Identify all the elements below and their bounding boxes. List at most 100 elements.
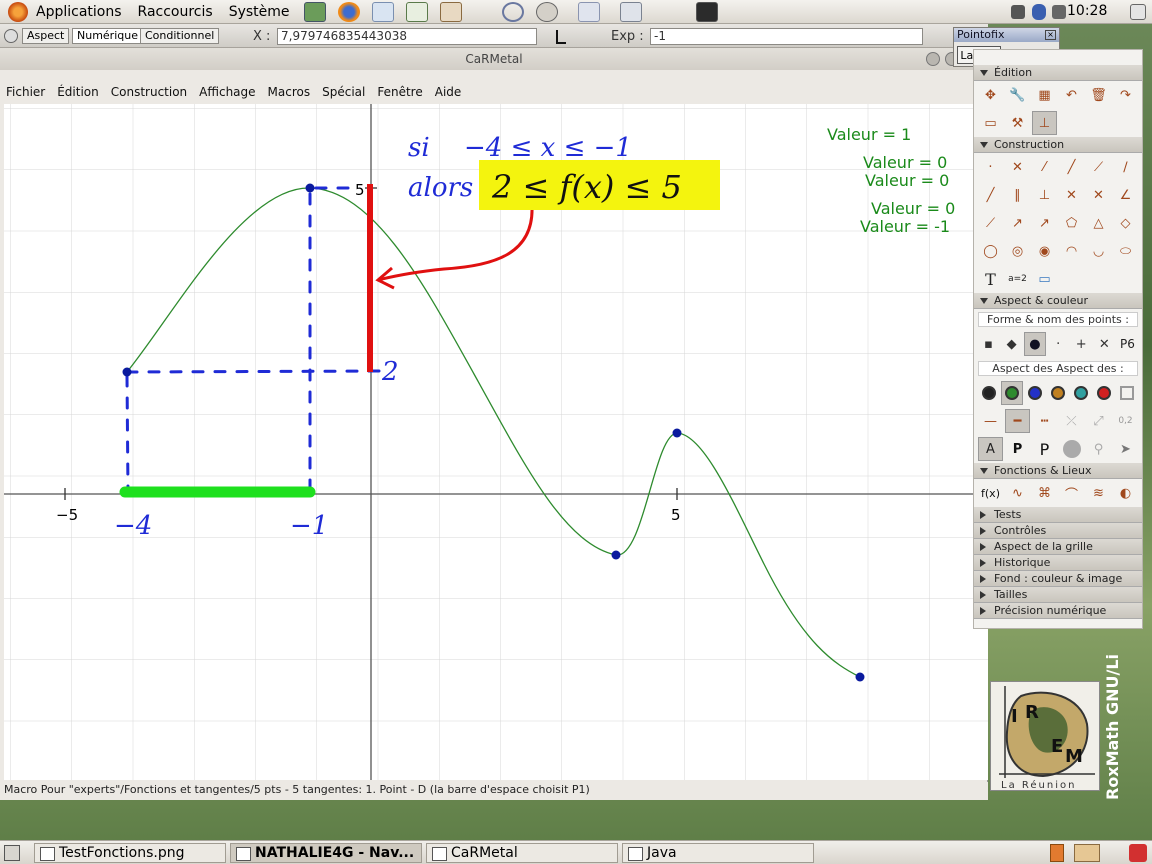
label-tool-icon[interactable]: A [978, 437, 1003, 461]
circle-point-icon[interactable]: ● [1024, 332, 1046, 356]
tangent2-tool-icon[interactable]: ≋ [1086, 481, 1111, 505]
show-desktop-icon[interactable] [4, 845, 20, 861]
arc-tool-icon[interactable]: ◠ [1059, 239, 1084, 263]
x-point-icon[interactable]: ✕ [1094, 332, 1115, 356]
point-name-icon[interactable]: P6 [1117, 332, 1138, 356]
menu-special[interactable]: Spécial [322, 85, 365, 99]
task-carmetal[interactable]: CaRMetal [426, 843, 618, 863]
locus-tool-icon[interactable]: ∿ [1005, 481, 1030, 505]
menu-aide[interactable]: Aide [435, 85, 462, 99]
slider-tool-icon[interactable]: ▭ [1032, 267, 1057, 291]
section-construction[interactable]: Construction [974, 137, 1142, 153]
segment-tool-icon[interactable]: ∕ [1113, 155, 1138, 179]
arrow2-tool-icon[interactable]: ↗ [1032, 211, 1057, 235]
pin-icon[interactable] [556, 30, 566, 44]
color-green-icon[interactable] [1001, 381, 1023, 405]
mediator-tool-icon[interactable]: ✕ [1086, 183, 1111, 207]
axes-tool-icon[interactable]: ⊥ [1032, 111, 1057, 135]
decimals-tool-icon[interactable]: 0,2 [1113, 409, 1138, 433]
ray-tool-icon[interactable]: ⟋ [1086, 155, 1111, 179]
menu-macros[interactable]: Macros [268, 85, 311, 99]
polygon-tool-icon[interactable]: ⬠ [1059, 211, 1084, 235]
locus2-tool-icon[interactable]: ⌘ [1032, 481, 1057, 505]
section-tailles[interactable]: Tailles [974, 587, 1142, 603]
volume-icon[interactable] [1052, 5, 1066, 19]
wrench-tool-icon[interactable]: ⚒ [1005, 111, 1030, 135]
circle-tool-icon[interactable]: ◯ [978, 239, 1003, 263]
eraser-tool-icon[interactable]: ▭ [978, 111, 1003, 135]
bisector-tool-icon[interactable]: ✕ [1059, 183, 1084, 207]
screenshot-icon[interactable] [619, 1, 642, 22]
triangle-tool-icon[interactable]: △ [1086, 211, 1111, 235]
conic-tool-icon[interactable]: ⬭ [1113, 239, 1138, 263]
point-5[interactable] [855, 672, 865, 682]
bold-p-icon[interactable]: P [1005, 437, 1030, 461]
dot-point-icon[interactable]: · [1048, 332, 1069, 356]
x-value-field[interactable]: 7,979746835443038 [277, 28, 537, 45]
section-fond[interactable]: Fond : couleur & image [974, 571, 1142, 587]
redo-tool-icon[interactable]: ↷ [1113, 83, 1138, 107]
thin-line-icon[interactable]: — [978, 409, 1003, 433]
diamond-point-icon[interactable]: ◆ [1001, 332, 1022, 356]
spreadsheet-icon[interactable] [439, 1, 462, 22]
task-testfonctions[interactable]: TestFonctions.png [34, 843, 226, 863]
intersection-tool-icon[interactable]: ✕ [1005, 155, 1030, 179]
point-4[interactable] [672, 428, 682, 438]
parallel-tool-icon[interactable]: ∥ [1005, 183, 1030, 207]
plain-p-icon[interactable]: P [1032, 437, 1057, 461]
collapse-toggle-icon[interactable] [4, 29, 18, 43]
tab-numerique[interactable]: Numérique [72, 28, 143, 44]
menu-edition[interactable]: Édition [57, 85, 99, 99]
menu-fichier[interactable]: Fichier [6, 85, 45, 99]
network-icon[interactable] [501, 1, 524, 22]
color-black-icon[interactable] [978, 381, 999, 405]
circle-3pts-tool-icon[interactable]: ◉ [1032, 239, 1057, 263]
section-edition[interactable]: Édition [974, 65, 1142, 81]
function-tool-icon[interactable]: f(x) [978, 481, 1003, 505]
section-aspect-grille[interactable]: Aspect de la grille [974, 539, 1142, 555]
section-historique[interactable]: Historique [974, 555, 1142, 571]
menu-affichage[interactable]: Affichage [199, 85, 255, 99]
photo-app-icon[interactable] [303, 1, 326, 22]
menu-fenetre[interactable]: Fenêtre [377, 85, 422, 99]
text-editor-icon[interactable] [405, 1, 428, 22]
color-red-icon[interactable] [1094, 381, 1115, 405]
resize-tool-icon[interactable]: ⤢ [1086, 409, 1111, 433]
point-1[interactable] [122, 367, 132, 377]
filled-icon[interactable] [1059, 437, 1084, 461]
exp-field[interactable]: -1 [650, 28, 923, 45]
cross-point-icon[interactable]: + [1071, 332, 1092, 356]
vector-tool-icon[interactable]: ╱ [978, 183, 1003, 207]
color-blue-icon[interactable] [1025, 381, 1046, 405]
ubuntu-logo-icon[interactable] [8, 1, 28, 22]
workspace-icon[interactable] [1074, 844, 1100, 862]
perpendicular-tool-icon[interactable]: ⊥ [1032, 183, 1057, 207]
tab-aspect[interactable]: Aspect [22, 28, 70, 44]
dashed-line-icon[interactable]: ┅ [1032, 409, 1057, 433]
color-gray-icon[interactable] [1117, 381, 1138, 405]
section-controles[interactable]: Contrôles [974, 523, 1142, 539]
tangent-tool-icon[interactable]: ⌒ [1059, 481, 1084, 505]
arrow-tool-icon[interactable]: ↗ [1005, 211, 1030, 235]
compass-icon[interactable] [535, 1, 558, 22]
close-icon[interactable]: × [1045, 30, 1056, 40]
undo-tool-icon[interactable]: ↶ [1059, 83, 1084, 107]
expression-tool-icon[interactable]: a=2 [1005, 267, 1030, 291]
magnifier-icon[interactable]: ⚲ [1086, 437, 1111, 461]
section-tests[interactable]: Tests [974, 507, 1142, 523]
section-aspect-couleur[interactable]: Aspect & couleur [974, 293, 1142, 309]
circle-radius-tool-icon[interactable]: ◎ [1005, 239, 1030, 263]
quad-tool-icon[interactable]: ◇ [1113, 211, 1138, 235]
point-3[interactable] [611, 550, 621, 560]
text-tool-icon[interactable]: T [978, 267, 1003, 291]
task-java[interactable]: Java [622, 843, 814, 863]
cursor-tool-icon[interactable] [577, 1, 600, 22]
normal-line-icon[interactable]: ━ [1005, 409, 1030, 433]
fixed-segment-tool-icon[interactable]: ⟋ [978, 211, 1003, 235]
pin-tool-icon[interactable]: ➤ [1113, 437, 1138, 461]
color-cyan-icon[interactable] [1071, 381, 1092, 405]
firefox-icon[interactable] [337, 1, 360, 22]
clipboard-icon[interactable] [1130, 4, 1146, 20]
openoffice-icon[interactable] [371, 1, 394, 22]
ring-tool-icon[interactable]: ◐ [1113, 481, 1138, 505]
